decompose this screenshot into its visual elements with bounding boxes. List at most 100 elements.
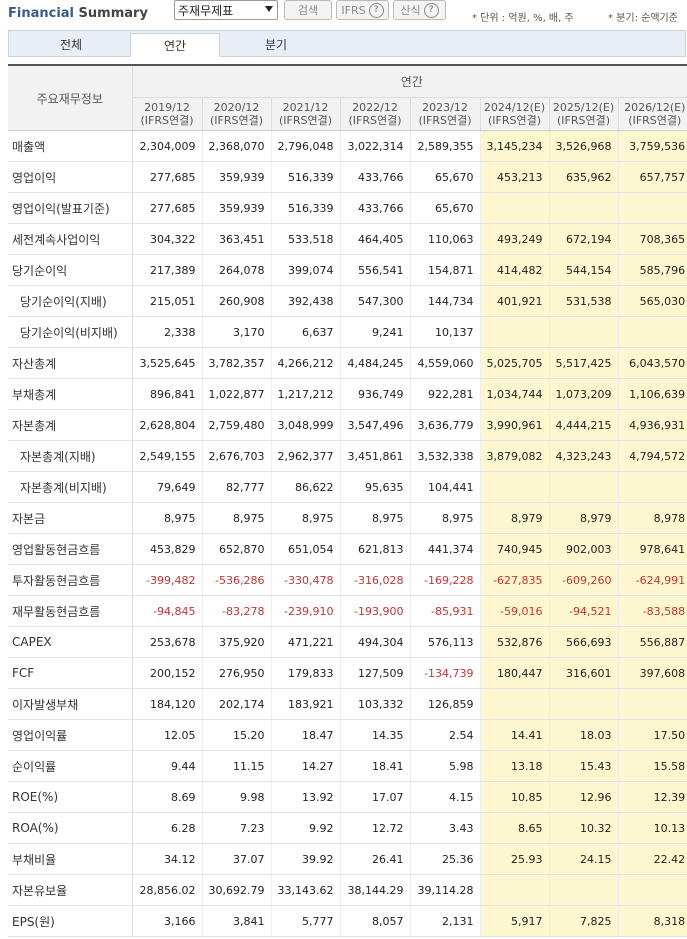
table-cell: 215,051 [131, 285, 202, 317]
statement-select-value: 주재무제표 [178, 4, 234, 18]
table-cell: -83,278 [201, 595, 271, 627]
table-cell: 25.36 [409, 843, 480, 875]
table-cell: 2,796,048 [270, 130, 340, 162]
ifrs-help-button[interactable]: IFRS ? [336, 0, 389, 20]
column-year: 2021/12 [282, 101, 329, 114]
table-cell: 14.27 [270, 750, 340, 782]
formula-help-button[interactable]: 산식 ? [393, 0, 446, 20]
table-cell: 585,796 [617, 254, 687, 286]
chevron-down-icon [265, 6, 273, 12]
row-label: 자본총계 [8, 409, 133, 441]
search-button-label: 검색 [297, 4, 319, 17]
table-cell: 453,829 [131, 533, 202, 565]
table-cell: 397,608 [617, 657, 687, 689]
column-header: 2024/12(E) (IFRS연결) [479, 97, 549, 131]
row-label: 매출액 [8, 130, 133, 162]
table-cell: 4,559,060 [409, 347, 480, 379]
table-row: 세전계속사업이익 304,322 363,451 533,518 464,405 110,… [8, 223, 687, 255]
table-cell: 740,945 [479, 533, 549, 565]
table-cell: 651,054 [270, 533, 340, 565]
table-cell: 635,962 [548, 161, 618, 193]
table-cell: 547,300 [339, 285, 410, 317]
table-cell: 28,856.02 [131, 874, 202, 906]
table-cell: 12.96 [548, 781, 618, 813]
table-cell: 126,859 [409, 688, 480, 720]
table-cell: 202,174 [201, 688, 271, 720]
table-cell: 11.15 [201, 750, 271, 782]
table-cell: 3,990,961 [479, 409, 549, 441]
table-row: ROA(%) 6.28 7.23 9.92 12.72 3.43 8.65 10.32 10.1… [8, 812, 687, 844]
column-header: 2019/12 (IFRS연결) [131, 97, 202, 131]
table-cell: 978,641 [617, 533, 687, 565]
table-cell: 65,670 [409, 161, 480, 193]
tab-quarter[interactable]: 분기 [231, 33, 321, 57]
table-cell: 8,975 [270, 502, 340, 534]
row-label: 영업이익률 [8, 719, 133, 751]
table-cell: 14.35 [339, 719, 410, 751]
table-cell: 9.92 [270, 812, 340, 844]
row-label: 당기순이익(비지배) [8, 316, 133, 348]
table-cell: 39.92 [270, 843, 340, 875]
table-cell: 936,749 [339, 378, 410, 410]
ifrs-label: IFRS [341, 3, 366, 17]
table-cell: -316,028 [339, 564, 410, 596]
table-cell: 104,441 [409, 471, 480, 503]
table-cell [479, 471, 549, 503]
table-cell: -624,991 [617, 564, 687, 596]
table-cell: 657,757 [617, 161, 687, 193]
row-label: 영업이익(발표기준) [8, 192, 133, 224]
column-header: 2022/12 (IFRS연결) [339, 97, 410, 131]
table-cell: 3,841 [201, 905, 271, 937]
table-cell: 103,332 [339, 688, 410, 720]
table-cell: 277,685 [131, 161, 202, 193]
table-cell: 576,113 [409, 626, 480, 658]
table-cell: 401,921 [479, 285, 549, 317]
table-row: 매출액 2,304,009 2,368,070 2,796,048 3,022,314 2… [8, 130, 687, 162]
table-cell: 1,034,744 [479, 378, 549, 410]
column-basis: (IFRS연결) [140, 114, 194, 127]
table-cell: 3,048,999 [270, 409, 340, 441]
table-cell: -536,286 [201, 564, 271, 596]
table-cell: 200,152 [131, 657, 202, 689]
table-row: 순이익률 9.44 11.15 14.27 18.41 5.98 13.18 15.43 15.… [8, 750, 687, 782]
table-cell: 2,676,703 [201, 440, 271, 472]
table-row: EPS(원) 3,166 3,841 5,777 8,057 2,131 5,917 7,82… [8, 905, 687, 937]
row-label: ROA(%) [8, 812, 133, 844]
table-cell: 15.58 [617, 750, 687, 782]
table-cell: -85,931 [409, 595, 480, 627]
table-cell: -59,016 [479, 595, 549, 627]
table-cell: 2,628,804 [131, 409, 202, 441]
table-cell: 544,154 [548, 254, 618, 286]
column-basis: (IFRS연결) [628, 114, 682, 127]
statement-type-select[interactable]: 주재무제표 [174, 0, 278, 20]
tab-all[interactable]: 전체 [26, 33, 116, 57]
table-cell: 38,144.29 [339, 874, 410, 906]
table-cell: 922,281 [409, 378, 480, 410]
table-cell: 3,547,496 [339, 409, 410, 441]
table-cell: 264,078 [201, 254, 271, 286]
table-cell: 3.43 [409, 812, 480, 844]
table-cell: 493,249 [479, 223, 549, 255]
table-row: 부채비율 34.12 37.07 39.92 26.41 25.36 25.93 24.15 2… [8, 843, 687, 875]
table-cell: 13.18 [479, 750, 549, 782]
table-cell: 8.65 [479, 812, 549, 844]
table-cell: 4,266,212 [270, 347, 340, 379]
column-year: 2019/12 [144, 101, 190, 114]
table-cell: 9,241 [339, 316, 410, 348]
table-cell: 556,887 [617, 626, 687, 658]
table-cell: 7.23 [201, 812, 271, 844]
table-cell: 3,451,861 [339, 440, 410, 472]
table-cell: -627,835 [479, 564, 549, 596]
table-cell: 3,170 [201, 316, 271, 348]
search-button[interactable]: 검색 [284, 0, 332, 20]
row-label: 세전계속사업이익 [8, 223, 133, 255]
table-cell: 22.42 [617, 843, 687, 875]
row-label: ROE(%) [8, 781, 133, 813]
table-cell: 17.50 [617, 719, 687, 751]
table-cell: 2,759,480 [201, 409, 271, 441]
table-cell: 896,841 [131, 378, 202, 410]
table-cell: 532,876 [479, 626, 549, 658]
table-cell [548, 688, 618, 720]
table-cell: 4,484,245 [339, 347, 410, 379]
tab-annual[interactable]: 연간 [130, 33, 220, 57]
